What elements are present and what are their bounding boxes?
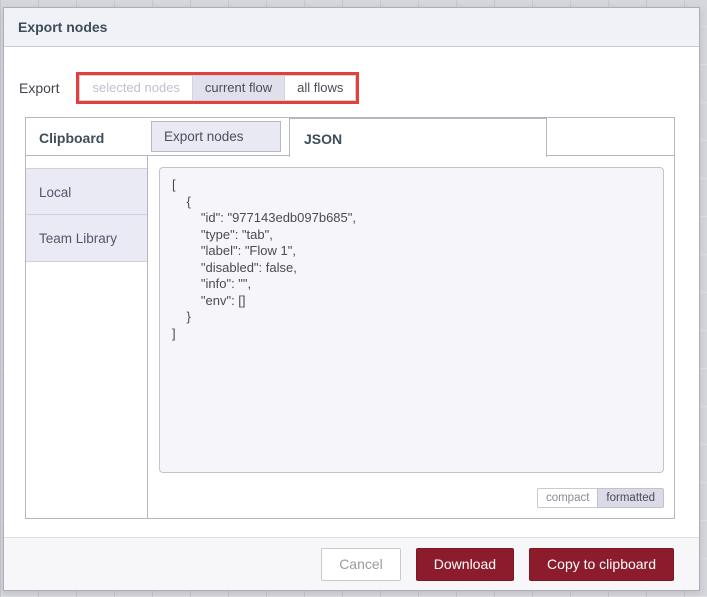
- workspace-background: Export nodes Export selected nodes curre…: [0, 0, 707, 597]
- export-scope-current-flow-button[interactable]: current flow: [191, 76, 285, 100]
- export-json-text: [ { "id": "977143edb097b685", "type": "t…: [172, 177, 356, 341]
- export-panel: Clipboard Export nodes JSON Local Team L…: [25, 117, 675, 519]
- export-nodes-dialog: Export nodes Export selected nodes curre…: [3, 7, 700, 591]
- sidebar-item-team-library[interactable]: Team Library: [26, 215, 147, 262]
- panel-body: Local Team Library [ { "id": "977143edb0…: [26, 156, 674, 518]
- panel-tab-bar: Clipboard Export nodes JSON: [26, 118, 674, 157]
- download-button[interactable]: Download: [415, 547, 515, 581]
- tab-export-nodes[interactable]: Export nodes: [151, 121, 281, 152]
- compact-button[interactable]: compact: [536, 488, 598, 508]
- sidebar-header-clipboard[interactable]: Clipboard: [26, 118, 148, 155]
- dialog-button-bar: Cancel Download Copy to clipboard: [4, 537, 699, 590]
- copy-to-clipboard-button[interactable]: Copy to clipboard: [529, 547, 674, 581]
- export-json-editor[interactable]: [ { "id": "977143edb097b685", "type": "t…: [159, 167, 664, 473]
- json-tab-content: [ { "id": "977143edb097b685", "type": "t…: [148, 156, 674, 518]
- dialog-title: Export nodes: [4, 8, 699, 47]
- formatted-button[interactable]: formatted: [597, 488, 664, 508]
- export-scope-button-group: selected nodes current flow all flows: [79, 75, 357, 101]
- sidebar-item-local[interactable]: Local: [26, 168, 147, 215]
- library-sidebar: Local Team Library: [26, 156, 148, 518]
- tab-json[interactable]: JSON: [289, 118, 547, 157]
- export-scope-row: Export selected nodes current flow all f…: [19, 72, 360, 104]
- annotation-highlight-box: selected nodes current flow all flows: [76, 72, 360, 104]
- export-scope-all-flows-button[interactable]: all flows: [284, 76, 356, 100]
- tab-strip: Export nodes JSON: [148, 118, 674, 157]
- json-format-toggle: compact formatted: [536, 488, 664, 508]
- cancel-button[interactable]: Cancel: [321, 547, 401, 581]
- export-scope-selected-nodes-button[interactable]: selected nodes: [80, 76, 192, 100]
- export-scope-label: Export: [19, 80, 60, 96]
